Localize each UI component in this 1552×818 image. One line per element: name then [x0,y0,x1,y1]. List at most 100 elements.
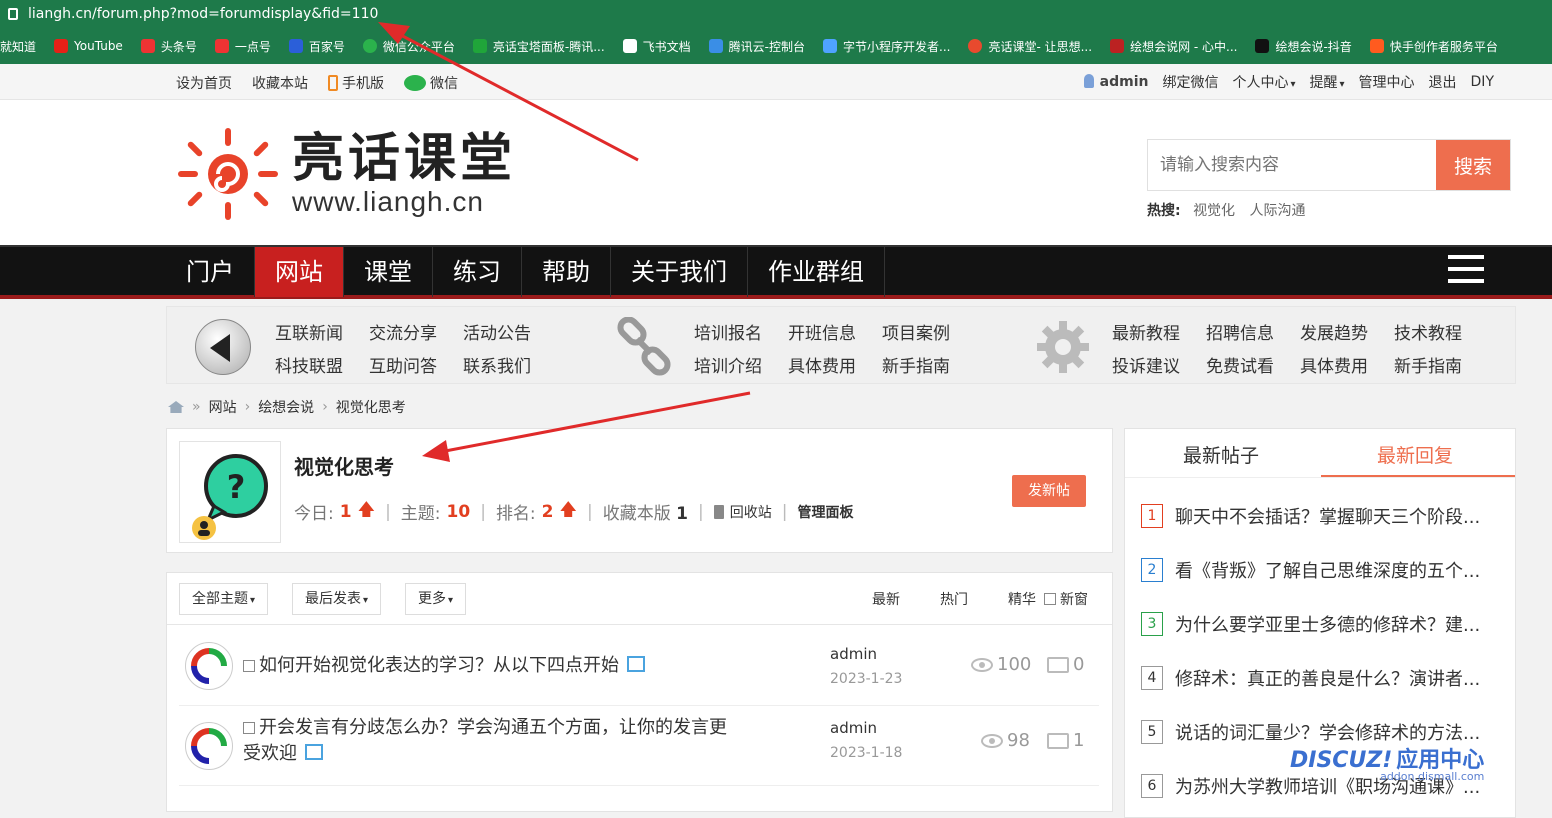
tab-hot[interactable]: 热门 [940,589,968,609]
subnav-link[interactable]: 免费试看 [1206,352,1274,377]
table-row[interactable]: 如何开始视觉化表达的学习？从以下四点开始 admin 2023-1-23 100… [179,626,1099,706]
nav-about[interactable]: 关于我们 [611,247,748,297]
bookmark-item[interactable]: 微信公众平台 [362,38,455,55]
subnav-link[interactable]: 具体费用 [788,352,856,377]
tab-digest[interactable]: 精华 [1008,589,1036,609]
select-checkbox[interactable] [243,722,255,734]
user-icon [1083,74,1094,88]
hot-search-label: 热搜: [1147,203,1181,219]
favorite-forum-link[interactable]: 收藏本版 1 [603,499,688,524]
address-bar[interactable]: liangh.cn/forum.php?mod=forumdisplay&fid… [0,0,1552,28]
home-icon[interactable] [168,401,184,413]
logout-link[interactable]: 退出 [1429,72,1457,92]
subnav-link[interactable]: 最新教程 [1112,319,1180,344]
image-icon [627,656,645,672]
url-text[interactable]: liangh.cn/forum.php?mod=forumdisplay&fid… [28,6,378,22]
nav-portal[interactable]: 门户 [166,247,255,297]
diy-link[interactable]: DIY [1471,74,1494,90]
personal-center-menu[interactable]: 个人中心 [1232,72,1295,92]
subnav-link[interactable]: 项目案例 [882,319,950,344]
bookmark-item[interactable]: 百家号 [288,38,345,55]
subnav-link[interactable]: 具体费用 [1300,352,1368,377]
menu-icon[interactable] [1448,255,1484,291]
list-item[interactable]: 1 聊天中不会插话？掌握聊天三个阶段... [1141,503,1501,529]
bookmark-site-link[interactable]: 收藏本站 [252,73,308,93]
bookmark-youtube[interactable]: YouTube [54,39,123,53]
search-input[interactable] [1148,140,1436,190]
thread-title[interactable]: 如何开始视觉化表达的学习？从以下四点开始 [243,653,645,679]
subnav-link[interactable]: 开班信息 [788,319,856,344]
hot-term[interactable]: 人际沟通 [1250,203,1306,219]
subnav-link[interactable]: 科技联盟 [275,352,343,377]
avatar[interactable] [185,722,233,770]
list-item[interactable]: 2 看《背叛》了解自己思维深度的五个... [1141,557,1501,583]
bind-wechat-link[interactable]: 绑定微信 [1162,72,1218,92]
subnav-link[interactable]: 培训报名 [694,319,762,344]
search-button[interactable]: 搜索 [1436,140,1510,190]
breadcrumb-item[interactable]: 绘想会说 [258,397,314,417]
bookmark-item[interactable]: 快手创作者服务平台 [1369,38,1498,55]
subnav-link[interactable]: 互联新闻 [275,319,343,344]
subnav-link[interactable]: 技术教程 [1394,319,1462,344]
tab-latest-replies[interactable]: 最新回复 [1377,441,1453,468]
site-topbar: 设为首页 收藏本站 手机版 微信 admin 绑定微信 个人中心 提醒 管理中心… [0,64,1552,100]
bookmark-item[interactable]: 腾讯云-控制台 [708,38,805,55]
bookmark-item[interactable]: 亮话课堂- 让思想... [968,38,1092,55]
nav-classroom[interactable]: 课堂 [344,247,433,297]
select-checkbox[interactable] [243,660,255,672]
avatar[interactable] [185,642,233,690]
subnav-link[interactable]: 投诉建议 [1112,352,1180,377]
all-topics-dropdown[interactable]: 全部主题 [179,583,269,615]
bookmark-item[interactable]: 就知道 [0,38,36,55]
bookmark-item[interactable]: 一点号 [214,38,271,55]
bookmark-item[interactable]: 飞书文档 [622,38,691,55]
new-post-button[interactable]: 发新帖 [1012,475,1086,507]
bookmark-item[interactable]: 头条号 [140,38,197,55]
bookmark-item[interactable]: 绘想会说网 - 心中... [1110,38,1237,55]
table-row[interactable]: 开会发言有分歧怎么办？学会沟通五个方面，让你的发言更受欢迎 admin 2023… [179,706,1099,786]
subnav-link[interactable]: 联系我们 [463,352,531,377]
thread-title[interactable]: 开会发言有分歧怎么办？学会沟通五个方面，让你的发言更受欢迎 [243,715,743,767]
last-post-dropdown[interactable]: 最后发表 [292,583,382,615]
list-item[interactable]: 3 为什么要学亚里士多德的修辞术？建... [1141,611,1501,637]
subnav-link[interactable]: 互助问答 [369,352,437,377]
hot-term[interactable]: 视觉化 [1193,203,1235,219]
sun-icon [968,39,983,53]
subnav-link[interactable]: 交流分享 [369,319,437,344]
bookmark-item[interactable]: 亮话宝塔面板-腾讯... [472,38,605,55]
recycle-bin-link[interactable]: 回收站 [730,502,772,522]
thread-author[interactable]: admin [830,645,877,663]
user-link[interactable]: admin [1083,74,1148,90]
subnav-link[interactable]: 新手指南 [1394,352,1462,377]
replies-count: 0 [1047,654,1084,675]
set-homepage-link[interactable]: 设为首页 [176,73,232,93]
subnav-link[interactable]: 新手指南 [882,352,950,377]
thread-list: 全部主题 最后发表 更多 最新 热门 精华 新窗 如何开始视觉化表达的学习？从以… [166,572,1113,812]
thread-author[interactable]: admin [830,719,877,737]
more-dropdown[interactable]: 更多 [405,583,467,615]
breadcrumb-item[interactable]: 视觉化思考 [336,397,406,417]
subnav-link[interactable]: 招聘信息 [1206,319,1274,344]
list-item[interactable]: 4 修辞术：真正的善良是什么？演讲者... [1141,665,1501,691]
mobile-link[interactable]: 手机版 [328,73,384,93]
tab-latest-posts[interactable]: 最新帖子 [1183,441,1259,468]
bookmark-item[interactable]: 字节小程序开发者... [823,38,950,55]
back-arrow-icon[interactable] [195,319,251,375]
site-logo[interactable]: 亮话课堂 www.liangh.cn [178,128,516,220]
admin-center-link[interactable]: 管理中心 [1359,72,1415,92]
subnav-link[interactable]: 培训介绍 [694,352,762,377]
reminder-menu[interactable]: 提醒 [1310,72,1345,92]
subnav-link[interactable]: 活动公告 [463,319,531,344]
nav-help[interactable]: 帮助 [522,247,611,297]
breadcrumb-item[interactable]: 网站 [209,397,237,417]
nav-practice[interactable]: 练习 [433,247,522,297]
manage-panel-link[interactable]: 管理面板 [797,502,853,522]
tab-latest[interactable]: 最新 [872,589,900,609]
subnav-link[interactable]: 发展趋势 [1300,319,1368,344]
new-window-checkbox[interactable]: 新窗 [1044,589,1088,609]
wechat-link[interactable]: 微信 [404,73,458,93]
nav-homework-group[interactable]: 作业群组 [748,247,885,297]
nav-website[interactable]: 网站 [255,247,344,297]
logo-title: 亮话课堂 [292,129,517,189]
bookmark-item[interactable]: 绘想会说-抖音 [1255,38,1352,55]
